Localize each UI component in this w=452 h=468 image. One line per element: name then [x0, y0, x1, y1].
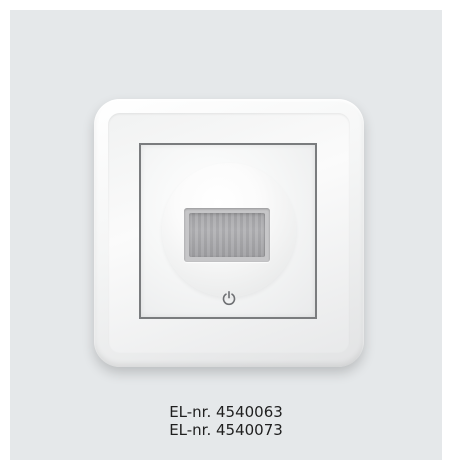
switch-insert-plate: [139, 143, 317, 319]
power-icon: [222, 290, 236, 306]
pir-sensor-window: [184, 208, 270, 262]
el-number-2: EL-nr. 4540073: [169, 421, 283, 439]
sensor-lens: [189, 213, 265, 257]
motion-sensor-switch-icon: [94, 99, 364, 367]
product-image-panel: [10, 10, 442, 460]
el-number-1: EL-nr. 4540063: [169, 403, 283, 421]
el-number-labels: EL-nr. 4540063 EL-nr. 4540073: [0, 403, 452, 439]
